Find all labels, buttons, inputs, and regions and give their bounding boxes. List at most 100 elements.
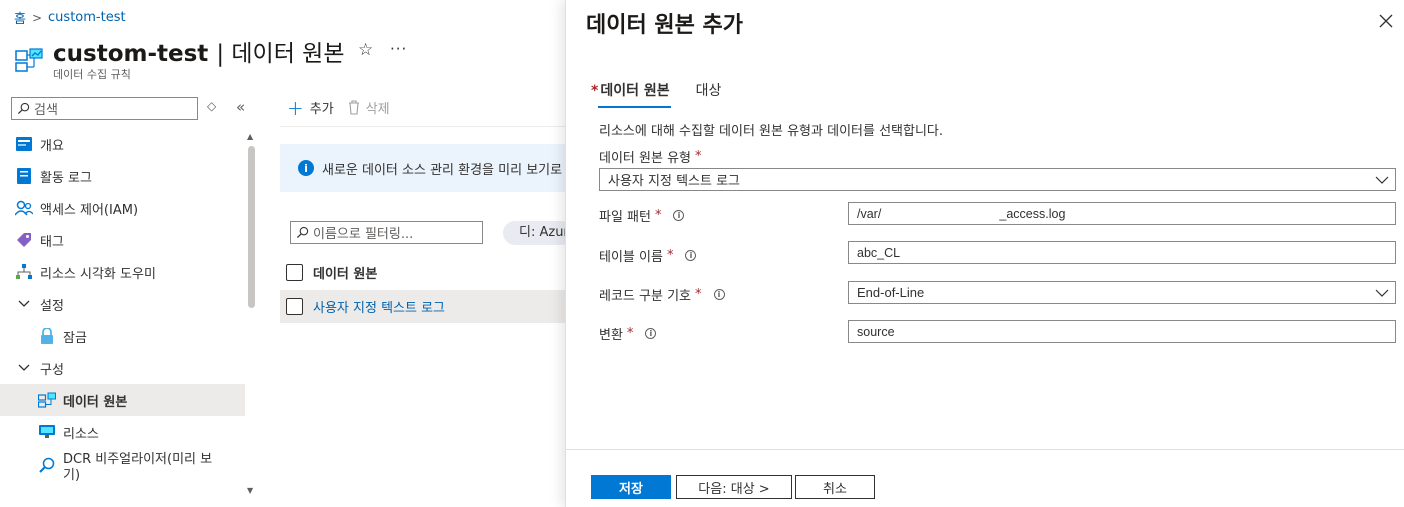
add-button-label: 추가 (309, 102, 334, 117)
sidebar-group-settings[interactable]: 설정 (0, 288, 245, 320)
more-options-icon[interactable]: ··· (390, 40, 407, 58)
breadcrumb-current-link[interactable]: custom-test (48, 10, 126, 25)
table-name-label: 테이블 이름 * i (599, 246, 697, 265)
sidebar-item-label: 활동 로그 (40, 170, 92, 186)
sidebar-item-label: 잠금 (63, 330, 87, 346)
label-text: 레코드 구분 기호 (599, 289, 691, 304)
row-checkbox[interactable] (286, 298, 303, 315)
lock-icon (37, 327, 57, 345)
sidebar-item-locks[interactable]: 잠금 (0, 320, 245, 352)
label-text: 데이터 원본 유형 (599, 151, 691, 166)
tab-destination[interactable]: 대상 (695, 80, 723, 108)
label-text: 파일 패턴 (599, 210, 651, 225)
trash-icon (348, 100, 359, 115)
grid-header: 데이터 원본 (280, 256, 570, 288)
dropdown-value: End-of-Line (857, 285, 925, 300)
delete-button-label: 삭제 (365, 102, 390, 117)
save-button[interactable]: 저장 (591, 475, 671, 499)
table-row[interactable]: 사용자 지정 텍스트 로그 (280, 290, 570, 323)
activity-log-icon (14, 167, 34, 185)
resource-visualizer-icon (14, 263, 34, 281)
sidebar-item-label: 액세스 제어(IAM) (40, 202, 139, 218)
tab-label: 데이터 원본 (600, 83, 670, 99)
info-icon[interactable]: i (645, 328, 657, 339)
sidebar-search-input[interactable]: 검색 (11, 97, 198, 120)
delete-button[interactable]: 삭제 (348, 98, 390, 117)
panel-tabs: * 데이터 원본 대상 (590, 80, 722, 108)
dropdown-value: 사용자 지정 텍스트 로그 (608, 174, 740, 189)
row-link[interactable]: 사용자 지정 텍스트 로그 (313, 297, 445, 316)
tab-data-source[interactable]: * 데이터 원본 (590, 80, 671, 108)
required-marker: * (591, 83, 599, 99)
page-title-name: custom-test (53, 41, 209, 67)
sidebar-item-resource-visualizer[interactable]: 리소스 시각화 도우미 (0, 256, 245, 288)
table-name-input[interactable]: abc_CL (848, 241, 1396, 264)
page-title-section: | 데이터 원본 (216, 41, 345, 67)
transform-input[interactable]: source (848, 320, 1396, 343)
filter-pill[interactable]: 디: Azure (503, 221, 573, 245)
sidebar-item-dcr-visualizer[interactable]: DCR 비주얼라이저(미리 보기) (0, 452, 245, 492)
breadcrumb-home-link[interactable]: 홈 (14, 8, 26, 27)
sidebar-item-activity-log[interactable]: 활동 로그 (0, 160, 245, 192)
record-delimiter-dropdown[interactable]: End-of-Line (848, 281, 1396, 304)
scroll-up-icon[interactable]: ▲ (247, 132, 253, 141)
search-icon (296, 226, 309, 239)
column-header-data-source[interactable]: 데이터 원본 (313, 263, 377, 282)
resources-icon (37, 423, 57, 441)
sidebar-item-data-sources[interactable]: 데이터 원본 (0, 384, 245, 416)
sidebar-item-overview[interactable]: 개요 (0, 128, 245, 160)
scroll-thumb[interactable] (248, 146, 255, 308)
cancel-button[interactable]: 취소 (795, 475, 875, 499)
sidebar-item-label: DCR 비주얼라이저(미리 보기) (63, 452, 213, 483)
sidebar-item-label: 데이터 원본 (63, 394, 128, 410)
chevron-down-icon (1375, 289, 1389, 297)
favorite-star-icon[interactable]: ☆ (358, 40, 373, 60)
select-all-checkbox[interactable] (286, 263, 303, 281)
add-data-source-panel: 데이터 원본 추가 * 데이터 원본 대상 리소스에 대해 수집할 데이터 원본 … (565, 0, 1404, 507)
info-banner[interactable]: i 새로운 데이터 소스 관리 환경을 미리 보기로 (280, 144, 570, 192)
visualizer-icon (37, 456, 57, 474)
collapse-sidebar-icon[interactable]: « (236, 98, 245, 116)
search-icon (17, 102, 30, 115)
info-icon[interactable]: i (685, 250, 697, 261)
info-banner-text: 새로운 데이터 소스 관리 환경을 미리 보기로 (322, 162, 563, 178)
command-bar: + 추가 삭제 (287, 95, 390, 120)
required-marker: * (666, 248, 674, 263)
chevron-down-icon (14, 295, 34, 313)
sidebar-item-iam[interactable]: 액세스 제어(IAM) (0, 192, 245, 224)
sidebar-scrollbar[interactable]: ▲ ▼ (247, 132, 255, 498)
required-marker: * (695, 149, 702, 164)
panel-title: 데이터 원본 추가 (586, 13, 743, 38)
plus-icon: + (287, 95, 304, 120)
add-button[interactable]: + 추가 (287, 95, 334, 120)
required-marker: * (654, 208, 662, 223)
required-marker: * (695, 287, 702, 302)
name-filter-input[interactable]: 이름으로 필터링... (290, 221, 483, 244)
transform-label: 변환 * i (599, 324, 657, 343)
page-subtitle: 데이터 수집 규칙 (53, 68, 131, 81)
close-icon[interactable] (1376, 11, 1396, 31)
sidebar-item-label: 리소스 (63, 426, 99, 442)
chevron-down-icon (1375, 176, 1389, 184)
iam-icon (14, 199, 34, 217)
file-pattern-label: 파일 패턴 * i (599, 206, 685, 225)
info-icon[interactable]: i (713, 289, 725, 300)
sidebar-item-resources[interactable]: 리소스 (0, 416, 245, 448)
label-text: 변환 (599, 328, 623, 343)
data-collection-rule-icon (15, 48, 43, 72)
sidebar-item-tags[interactable]: 태그 (0, 224, 245, 256)
breadcrumb-chevron-icon: > (31, 10, 43, 25)
record-delimiter-label: 레코드 구분 기호 * i (599, 285, 725, 304)
sidebar-group-label: 설정 (40, 298, 64, 314)
sidebar-group-configuration[interactable]: 구성 (0, 352, 245, 384)
data-source-type-dropdown[interactable]: 사용자 지정 텍스트 로그 (599, 168, 1396, 191)
file-pattern-input[interactable]: /var/ _access.log (848, 202, 1396, 225)
breadcrumb: 홈 > custom-test (14, 8, 126, 27)
info-icon[interactable]: i (673, 210, 685, 221)
sort-toggle-icon[interactable]: ◇ (207, 99, 216, 113)
sidebar-item-label: 개요 (40, 138, 64, 154)
next-destination-button[interactable]: 다음: 대상 > (676, 475, 792, 499)
tag-icon (14, 231, 34, 249)
toolbar-divider (280, 126, 570, 127)
scroll-down-icon[interactable]: ▼ (247, 486, 253, 495)
